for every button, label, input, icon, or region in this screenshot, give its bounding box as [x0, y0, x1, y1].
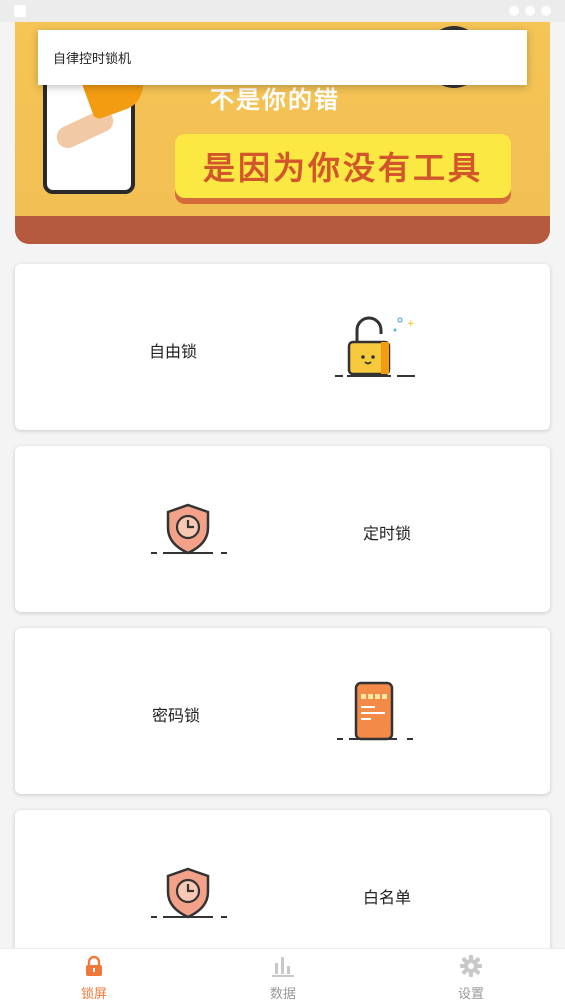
- ground-line: [335, 375, 415, 377]
- card-label: 定时锁: [363, 524, 412, 543]
- card-label: 自由锁: [149, 342, 198, 361]
- shield-clock-icon: [166, 503, 210, 555]
- nav-label: 设置: [457, 987, 484, 1002]
- card-label: 密码锁: [152, 706, 201, 725]
- phone-keypad-icon: [354, 681, 394, 741]
- ground-line: [151, 916, 227, 918]
- shield-clock-icon: [166, 867, 210, 919]
- notification-icon: [14, 5, 26, 17]
- nav-item-data[interactable]: 数据: [243, 955, 323, 1003]
- card-timer-lock[interactable]: 定时锁: [15, 446, 550, 612]
- card-free-lock[interactable]: 自由锁 +: [15, 264, 550, 430]
- wifi-icon: [509, 6, 519, 16]
- lock-icon: [86, 955, 102, 976]
- nav-label: 数据: [269, 987, 296, 1002]
- banner-line2-box: 是因为你没有工具: [175, 134, 511, 198]
- bar-chart-icon: [272, 957, 294, 977]
- gear-icon: [460, 955, 482, 977]
- banner-line2: 是因为你没有工具: [202, 149, 483, 187]
- nav-item-lock-screen[interactable]: 锁屏: [54, 955, 134, 1003]
- nav-item-settings[interactable]: 设置: [431, 955, 511, 1003]
- battery-icon: [541, 6, 551, 16]
- banner-line1: 不是你的错: [210, 86, 340, 114]
- signal-icon: [525, 6, 535, 16]
- bottom-navigation: 锁屏 数据 设置: [0, 948, 565, 1004]
- ground-line: [151, 552, 227, 554]
- ground-line: [337, 738, 413, 740]
- svg-text:+: +: [407, 319, 415, 329]
- status-bar: [0, 0, 565, 22]
- nav-label: 锁屏: [80, 987, 107, 1002]
- open-padlock-icon: +: [347, 316, 415, 376]
- card-password-lock[interactable]: 密码锁: [15, 628, 550, 794]
- card-label: 白名单: [363, 888, 412, 907]
- banner-strip: [15, 216, 550, 244]
- toast-message: 自律控时锁机: [38, 30, 527, 85]
- toast-text: 自律控时锁机: [53, 52, 132, 67]
